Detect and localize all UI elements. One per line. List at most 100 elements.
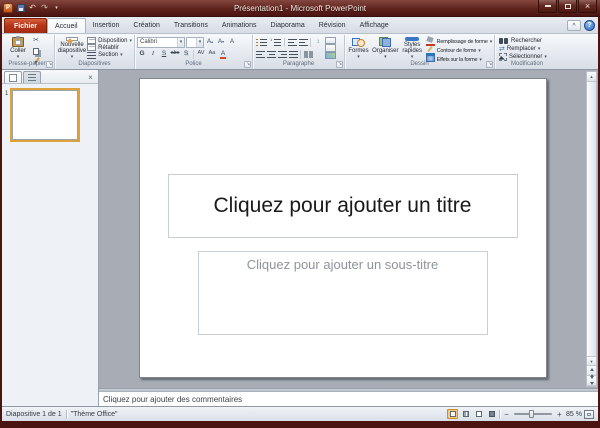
text-direction-button[interactable] [325, 37, 336, 44]
tab-revision[interactable]: Révision [312, 18, 353, 33]
minimize-button[interactable] [538, 0, 557, 13]
find-button[interactable]: Rechercher [499, 37, 557, 45]
font-size-combo[interactable] [186, 37, 204, 48]
scroll-up-button[interactable] [587, 72, 596, 82]
tab-animations[interactable]: Animations [215, 18, 264, 33]
quick-styles-button[interactable]: Styles rapides [401, 36, 424, 60]
increase-indent-button[interactable] [298, 37, 308, 47]
group-clipboard: Coller Presse-papiers [3, 35, 55, 69]
next-slide-button[interactable] [587, 376, 596, 386]
editor-column: Cliquez pour ajouter un titre Cliquez po… [99, 70, 598, 406]
shrink-font-button[interactable]: A [216, 37, 226, 47]
undo-button[interactable] [28, 4, 37, 13]
reset-button[interactable]: Rétablir [87, 44, 132, 51]
outdent-icon [288, 39, 297, 46]
slideshow-button[interactable] [486, 409, 497, 419]
paragraph-dialog-launcher[interactable] [336, 61, 343, 68]
separator [66, 410, 67, 419]
zoom-level[interactable]: 85 % [566, 411, 582, 418]
reading-view-button[interactable] [473, 409, 484, 419]
zoom-slider-thumb[interactable] [529, 410, 534, 418]
previous-slide-button[interactable] [587, 366, 596, 376]
tab-diaporama[interactable]: Diaporama [263, 18, 311, 33]
maximize-button[interactable] [558, 0, 577, 13]
notes-pane[interactable]: Cliquez pour ajouter des commentaires [99, 391, 598, 406]
close-button[interactable] [578, 0, 597, 13]
justify-icon [289, 51, 298, 58]
slide-indicator: Diapositive 1 de 1 [6, 411, 62, 418]
paste-button[interactable]: Coller [5, 36, 31, 60]
line-spacing-button[interactable] [313, 37, 323, 47]
clear-formatting-button[interactable] [227, 37, 237, 47]
tab-insertion[interactable]: Insertion [86, 18, 127, 33]
character-spacing-button[interactable]: AV [196, 49, 206, 59]
align-left-button[interactable] [255, 49, 265, 59]
group-label-font: Police [135, 60, 252, 69]
numbering-button[interactable] [269, 37, 282, 47]
outline-tab[interactable] [23, 71, 41, 83]
zoom-in-button[interactable] [555, 409, 564, 419]
align-right-button[interactable] [277, 49, 287, 59]
zoom-out-button[interactable] [502, 409, 511, 419]
window-controls [538, 0, 597, 13]
slides-tab[interactable] [4, 71, 22, 83]
font-dialog-launcher[interactable] [244, 61, 251, 68]
justify-button[interactable] [288, 49, 298, 59]
underline-button[interactable]: S [159, 49, 169, 59]
scroll-down-button[interactable] [587, 356, 596, 366]
convert-smartart-button[interactable] [325, 52, 336, 59]
tab-fichier[interactable]: Fichier [4, 18, 47, 33]
shapes-button[interactable]: Formes [347, 36, 370, 60]
bold-button[interactable]: G [137, 49, 147, 59]
new-slide-icon [66, 37, 78, 41]
subtitle-placeholder[interactable]: Cliquez pour ajouter un sous-titre [198, 251, 488, 335]
shape-fill-button[interactable]: Remplissage de forme [426, 37, 492, 46]
drawing-dialog-launcher[interactable] [486, 61, 493, 68]
decrease-indent-button[interactable] [287, 37, 297, 47]
tab-accueil[interactable]: Accueil [47, 18, 86, 33]
vertical-scrollbar[interactable] [586, 71, 597, 387]
dropdown-icon [490, 39, 492, 45]
help-button[interactable] [584, 20, 595, 31]
qat-customize-icon[interactable] [52, 4, 61, 13]
bullets-button[interactable] [255, 37, 268, 47]
text-shadow-button[interactable]: S [181, 49, 191, 59]
arrange-button[interactable]: Organiser [371, 36, 400, 60]
columns-button[interactable] [303, 49, 313, 59]
font-color-button[interactable]: A [218, 49, 228, 59]
slide-thumbnail[interactable] [12, 90, 78, 140]
change-case-button[interactable]: Aa [207, 49, 217, 59]
layout-button[interactable]: Disposition [87, 37, 132, 44]
theme-indicator[interactable]: "Thème Office" [71, 411, 118, 418]
italic-button[interactable]: I [148, 49, 158, 59]
shape-outline-button[interactable]: Contour de forme [426, 46, 492, 55]
normal-view-button[interactable] [447, 409, 458, 419]
strikethrough-button[interactable]: abc [170, 49, 180, 59]
fit-to-window-button[interactable] [584, 410, 594, 419]
section-button[interactable]: Section [87, 52, 132, 59]
scrollbar-thumb[interactable] [587, 82, 596, 356]
cut-icon [33, 37, 39, 45]
replace-button[interactable]: Remplacer [499, 45, 557, 53]
slide-sorter-view-button[interactable] [460, 409, 471, 419]
tab-transitions[interactable]: Transitions [167, 18, 215, 33]
slide[interactable]: Cliquez pour ajouter un titre Cliquez po… [139, 78, 547, 378]
title-placeholder[interactable]: Cliquez pour ajouter un titre [168, 174, 518, 238]
save-button[interactable] [16, 4, 25, 13]
grow-font-button[interactable]: A [205, 37, 215, 47]
align-text-button[interactable] [325, 44, 336, 51]
reading-view-icon [476, 411, 482, 417]
align-center-button[interactable] [266, 49, 276, 59]
cut-button[interactable] [31, 36, 41, 46]
redo-button[interactable] [40, 4, 49, 13]
tab-affichage[interactable]: Affichage [353, 18, 396, 33]
new-slide-button[interactable]: Nouvelle diapositive [57, 36, 87, 60]
zoom-slider[interactable] [514, 413, 552, 415]
copy-button[interactable] [31, 46, 41, 56]
font-name-combo[interactable]: Calibri [137, 37, 185, 48]
tab-creation[interactable]: Création [126, 18, 166, 33]
powerpoint-app-icon[interactable]: P [3, 3, 13, 13]
minimize-ribbon-button[interactable] [567, 20, 581, 31]
clipboard-dialog-launcher[interactable] [46, 61, 53, 68]
close-panel-button[interactable] [85, 71, 96, 83]
